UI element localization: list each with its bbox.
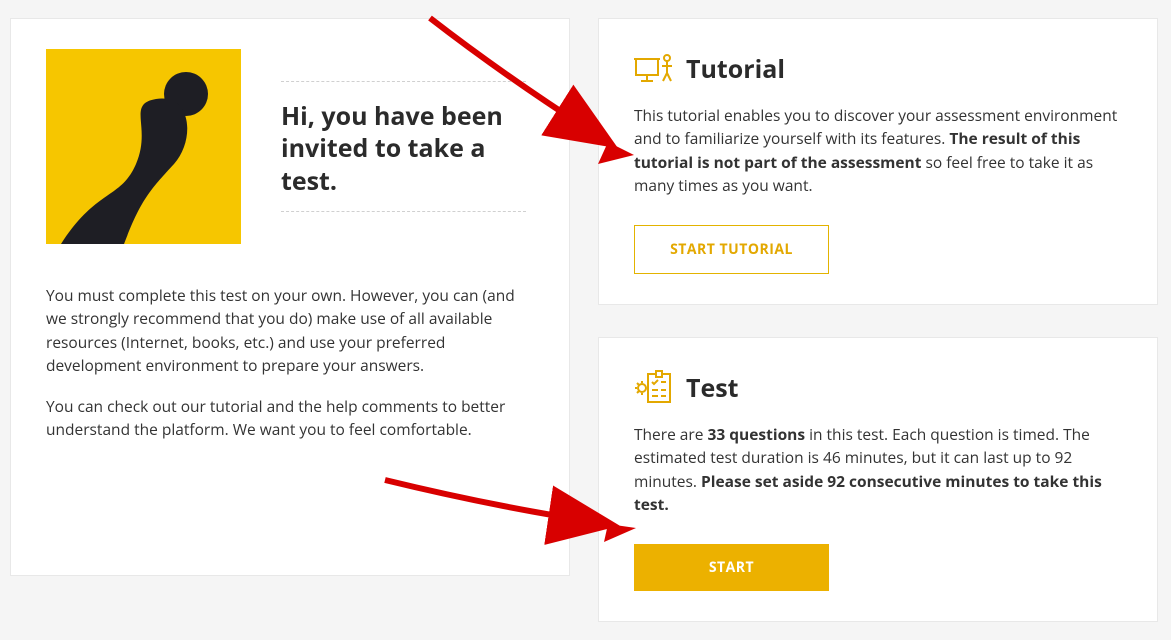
intro-paragraph-1: You must complete this test on your own.… <box>46 284 534 377</box>
start-test-button[interactable]: START <box>634 544 829 591</box>
tutorial-title: Tutorial <box>686 52 785 86</box>
start-tutorial-button[interactable]: START TUTORIAL <box>634 225 829 274</box>
test-card: Test There are 33 questions in this test… <box>598 337 1158 622</box>
checklist-gear-icon <box>634 368 674 408</box>
intro-heading: Hi, you have been invited to take a test… <box>281 81 526 213</box>
tutorial-card: Tutorial This tutorial enables you to di… <box>598 18 1158 305</box>
intro-paragraph-2: You can check out our tutorial and the h… <box>46 395 534 442</box>
test-description: There are 33 questions in this test. Eac… <box>634 423 1122 516</box>
tutorial-description: This tutorial enables you to discover yo… <box>634 104 1122 197</box>
brand-logo <box>46 49 241 244</box>
test-title: Test <box>686 371 739 405</box>
intro-card: Hi, you have been invited to take a test… <box>10 18 570 576</box>
presentation-icon <box>634 49 674 89</box>
